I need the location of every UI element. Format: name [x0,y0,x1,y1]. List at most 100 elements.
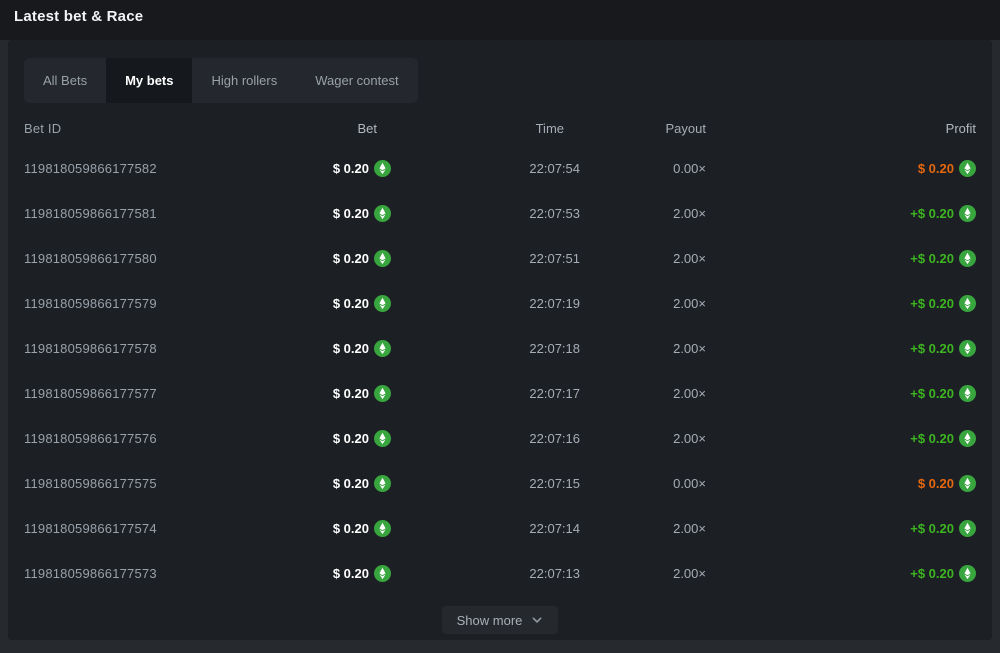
profit-amount: $ 0.20 [918,476,954,491]
time-cell: 22:07:54 [391,161,580,176]
bet-amount: $ 0.20 [333,386,369,401]
time-cell: 22:07:51 [391,251,580,266]
bet-id-cell: 119818059866177574 [24,521,264,536]
table-row[interactable]: 119818059866177580 $ 0.20 22:07:51 2.00×… [24,236,976,281]
eth-coin-icon [374,430,391,447]
eth-coin-icon [959,160,976,177]
profit-amount: +$ 0.20 [910,206,954,221]
bet-amount: $ 0.20 [333,566,369,581]
bet-id-cell: 119818059866177581 [24,206,264,221]
time-cell: 22:07:17 [391,386,580,401]
eth-coin-icon [959,475,976,492]
tab-all-bets[interactable]: All Bets [24,58,106,103]
bets-table-body: 119818059866177582 $ 0.20 22:07:54 0.00×… [24,146,976,596]
bet-amount: $ 0.20 [333,431,369,446]
bet-amount: $ 0.20 [333,521,369,536]
bet-id-cell: 119818059866177576 [24,431,264,446]
eth-coin-icon [374,565,391,582]
eth-coin-icon [374,250,391,267]
eth-coin-icon [959,385,976,402]
table-row[interactable]: 119818059866177573 $ 0.20 22:07:13 2.00×… [24,551,976,596]
table-row[interactable]: 119818059866177582 $ 0.20 22:07:54 0.00×… [24,146,976,191]
table-row[interactable]: 119818059866177574 $ 0.20 22:07:14 2.00×… [24,506,976,551]
bet-id-cell: 119818059866177573 [24,566,264,581]
time-cell: 22:07:13 [391,566,580,581]
bet-id-cell: 119818059866177577 [24,386,264,401]
payout-cell: 2.00× [580,296,706,311]
table-row[interactable]: 119818059866177576 $ 0.20 22:07:16 2.00×… [24,416,976,461]
latest-bets-panel: All Bets My bets High rollers Wager cont… [8,40,992,640]
tab-my-bets[interactable]: My bets [106,58,192,103]
profit-amount: +$ 0.20 [910,521,954,536]
tab-wager-contest[interactable]: Wager contest [296,58,417,103]
eth-coin-icon [959,205,976,222]
eth-coin-icon [374,295,391,312]
column-header-bet-id: Bet ID [24,121,264,136]
bets-tabbar: All Bets My bets High rollers Wager cont… [24,58,418,103]
bet-cell: $ 0.20 [264,160,391,177]
show-more-button[interactable]: Show more [442,606,559,634]
eth-coin-icon [959,520,976,537]
profit-amount: +$ 0.20 [910,296,954,311]
time-cell: 22:07:14 [391,521,580,536]
bet-amount: $ 0.20 [333,341,369,356]
eth-coin-icon [959,295,976,312]
time-cell: 22:07:19 [391,296,580,311]
page-title: Latest bet & Race [14,7,143,27]
profit-cell: +$ 0.20 [706,250,976,267]
eth-coin-icon [374,520,391,537]
bet-cell: $ 0.20 [264,340,391,357]
bet-amount: $ 0.20 [333,251,369,266]
bet-cell: $ 0.20 [264,430,391,447]
profit-amount: +$ 0.20 [910,341,954,356]
table-row[interactable]: 119818059866177581 $ 0.20 22:07:53 2.00×… [24,191,976,236]
table-row[interactable]: 119818059866177577 $ 0.20 22:07:17 2.00×… [24,371,976,416]
profit-cell: +$ 0.20 [706,565,976,582]
eth-coin-icon [374,385,391,402]
bet-id-cell: 119818059866177582 [24,161,264,176]
tab-label: All Bets [43,73,87,88]
payout-cell: 0.00× [580,476,706,491]
payout-cell: 2.00× [580,251,706,266]
payout-cell: 2.00× [580,521,706,536]
bet-cell: $ 0.20 [264,295,391,312]
time-cell: 22:07:18 [391,341,580,356]
bet-cell: $ 0.20 [264,205,391,222]
payout-cell: 0.00× [580,161,706,176]
column-header-time: Time [391,121,580,136]
bet-id-cell: 119818059866177575 [24,476,264,491]
profit-cell: +$ 0.20 [706,295,976,312]
top-header: Latest bet & Race [0,0,1000,40]
eth-coin-icon [959,565,976,582]
profit-amount: +$ 0.20 [910,566,954,581]
eth-coin-icon [959,250,976,267]
bet-cell: $ 0.20 [264,565,391,582]
profit-cell: +$ 0.20 [706,520,976,537]
payout-cell: 2.00× [580,431,706,446]
table-header-row: Bet ID Bet Time Payout Profit [24,113,976,143]
profit-cell: +$ 0.20 [706,340,976,357]
payout-cell: 2.00× [580,386,706,401]
time-cell: 22:07:16 [391,431,580,446]
profit-cell: +$ 0.20 [706,430,976,447]
eth-coin-icon [374,160,391,177]
table-row[interactable]: 119818059866177579 $ 0.20 22:07:19 2.00×… [24,281,976,326]
tab-label: My bets [125,73,173,88]
column-header-payout: Payout [580,121,706,136]
eth-coin-icon [374,205,391,222]
bet-amount: $ 0.20 [333,206,369,221]
bet-cell: $ 0.20 [264,250,391,267]
payout-cell: 2.00× [580,206,706,221]
eth-coin-icon [374,340,391,357]
bet-id-cell: 119818059866177578 [24,341,264,356]
table-row[interactable]: 119818059866177578 $ 0.20 22:07:18 2.00×… [24,326,976,371]
tab-high-rollers[interactable]: High rollers [192,58,296,103]
bet-amount: $ 0.20 [333,161,369,176]
eth-coin-icon [959,430,976,447]
bet-id-cell: 119818059866177579 [24,296,264,311]
bet-cell: $ 0.20 [264,520,391,537]
table-row[interactable]: 119818059866177575 $ 0.20 22:07:15 0.00×… [24,461,976,506]
profit-cell: +$ 0.20 [706,385,976,402]
column-header-bet: Bet [264,121,391,136]
bet-amount: $ 0.20 [333,476,369,491]
